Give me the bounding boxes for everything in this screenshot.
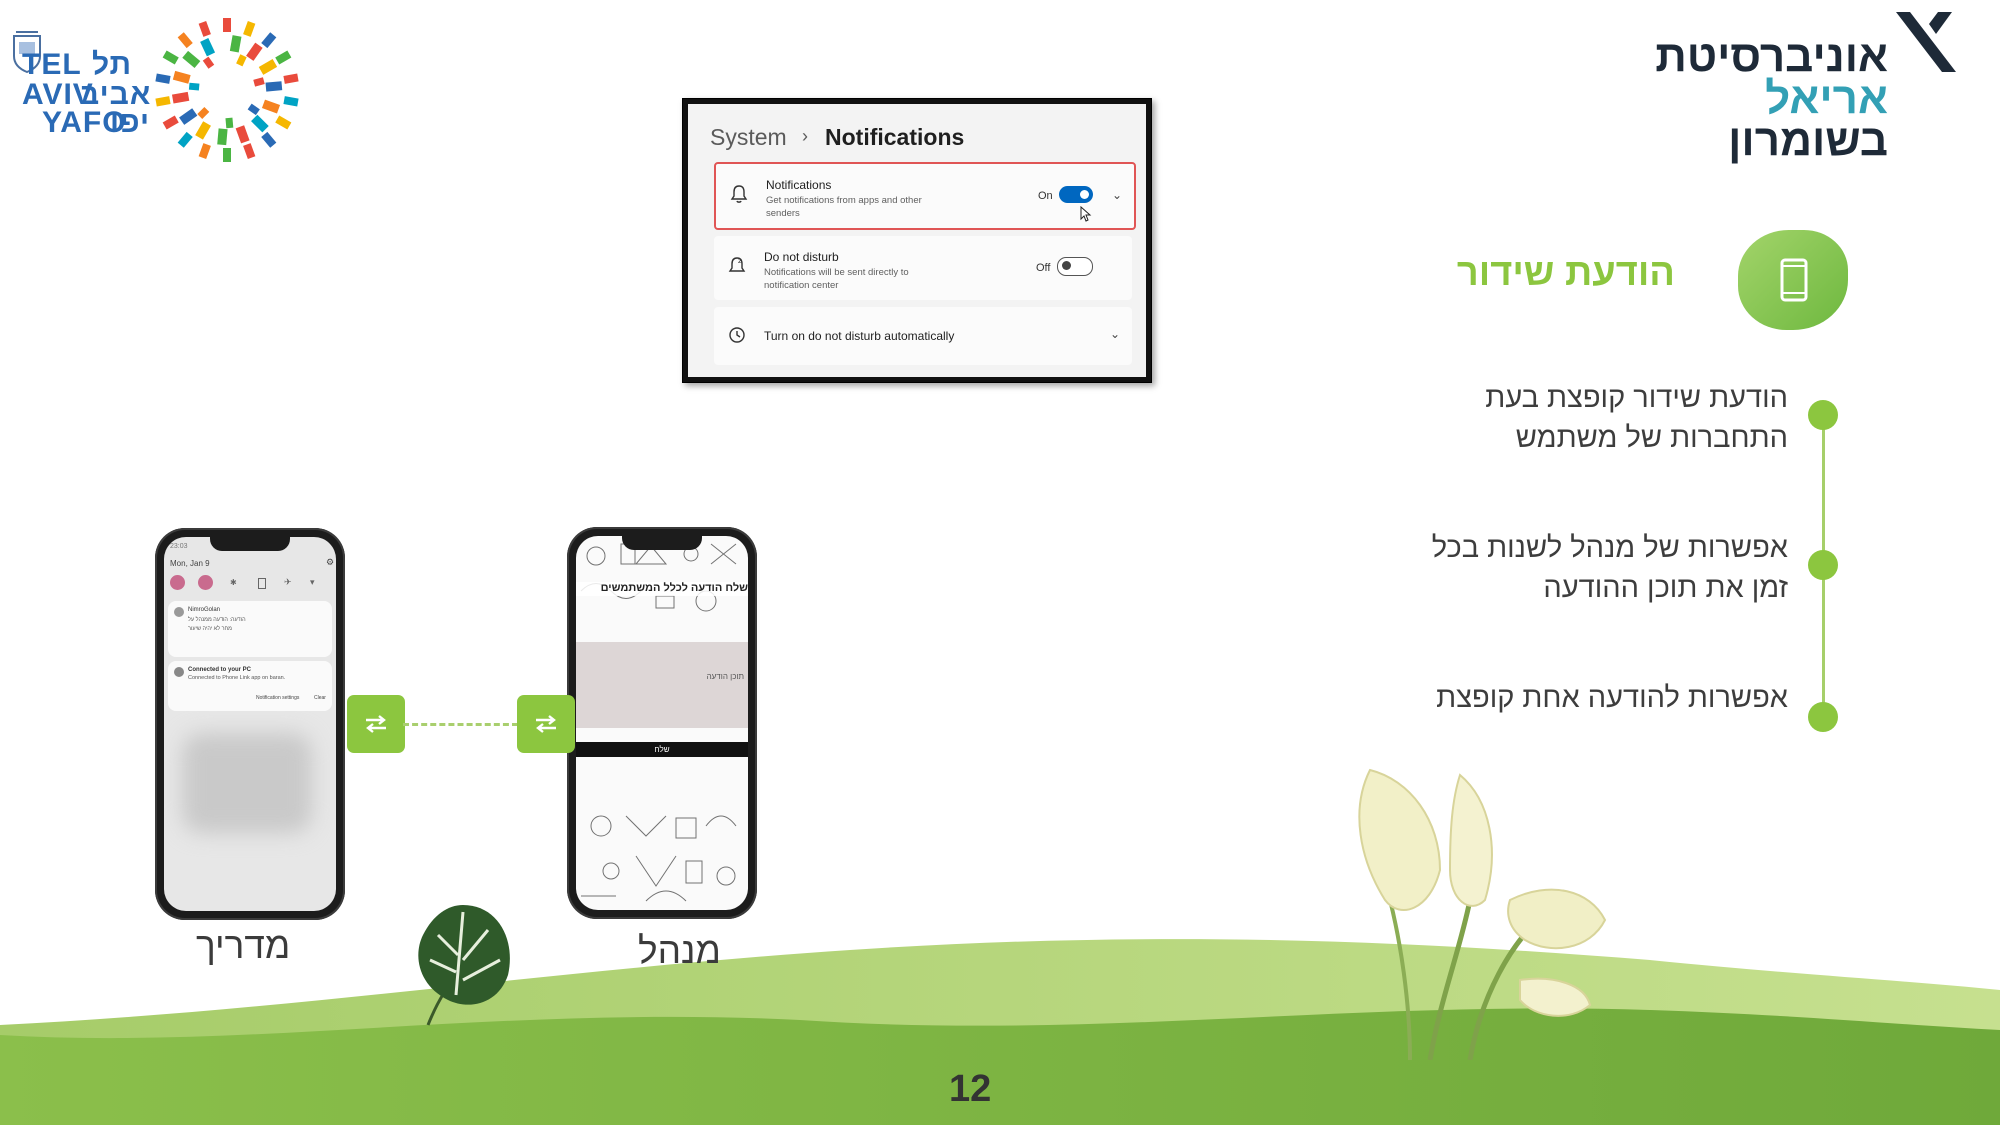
pc-connection-card[interactable]: Connected to your PC Connected to Phone … [168,661,332,711]
airplane-icon[interactable]: ✈ [284,577,292,588]
notifications-row-description: Get notifications from apps and other se… [766,195,922,219]
bullet-text: אפשרות להודעה אחת קופצת [1436,682,1788,714]
blurred-background [182,733,312,833]
chevron-down-icon[interactable]: ⌄ [1112,188,1122,202]
notifications-row[interactable]: Notifications Get notifications from app… [714,162,1136,230]
calla-lily-decoration [1358,768,1607,1060]
mute-toggle-icon[interactable] [198,575,213,590]
swap-arrows-icon [536,715,556,733]
sync-button-guide[interactable] [347,695,405,753]
green-hills-decoration [0,939,2000,1125]
clock-icon [729,327,745,343]
notifications-state-label: On [1038,190,1053,202]
toggle-knob [1080,190,1089,199]
phone-notch [210,537,290,551]
message-content-input[interactable]: תוכן הודעה [576,642,748,728]
wifi-toggle-icon[interactable] [170,575,185,590]
bell-icon [730,185,748,203]
ariel-line-university: אוניברסיטת [1655,32,1888,81]
ariel-emblem-icon [1896,12,1956,72]
status-time: 23:03 [170,543,188,550]
guide-phone-screen: 23:03 Mon, Jan 9 ⚙ ✱ ✈ ▾ NimroGolan הודע… [164,537,336,911]
bullet-dot [1808,702,1838,732]
auto-do-not-disturb-row[interactable]: Turn on do not disturb automatically ⌄ [714,307,1132,365]
do-not-disturb-state-label: Off [1036,262,1051,274]
notification-app-name: NimroGolan [188,607,221,613]
clear-button[interactable]: Clear [314,695,326,701]
sync-button-admin[interactable] [517,695,575,753]
breadcrumb-separator: › [802,126,808,146]
rotate-lock-icon[interactable] [258,578,266,589]
tlv-latin-tel: TEL [22,48,82,81]
message-content-placeholder: תוכן הודעה [706,672,744,681]
app-icon [174,607,184,617]
notifications-settings-screenshot: System › Notifications Notifications Get… [682,98,1152,383]
do-not-disturb-icon: z [728,257,746,272]
guide-phone: 23:03 Mon, Jan 9 ⚙ ✱ ✈ ▾ NimroGolan הודע… [155,528,345,920]
do-not-disturb-description: Notifications will be sent directly to n… [764,267,909,291]
connection-dashed-line [403,723,518,726]
do-not-disturb-row[interactable]: z Do not disturb Notifications will be s… [714,236,1132,300]
do-not-disturb-title: Do not disturb [764,250,839,264]
broadcast-notification-card[interactable]: NimroGolan הודעה: הודעה ממנהל על מחר לא … [168,601,332,657]
bluetooth-icon[interactable]: ✱ [230,578,237,587]
send-button[interactable]: שלח [576,742,748,757]
notification-line: הודעה: הודעה ממנהל על [188,617,246,623]
bullet-text: אפשרות של מנהל לשנות בכל זמן את תוכן ההו… [1431,532,1788,604]
admin-phone: שלח הודעה לכלל המשתמשים תוכן הודעה שלח [567,527,757,919]
slide-title: הודעת שידור [1456,252,1675,294]
pc-connection-title: Connected to your PC [188,667,252,673]
tel-aviv-yafo-logo: TEL AVIV YAFO תל אביב יפו [10,8,310,173]
smartphone-icon [1780,258,1808,302]
breadcrumb-current: Notifications [825,124,965,150]
swap-arrows-icon [366,715,386,733]
svg-text:z: z [738,257,742,265]
chevron-down-icon[interactable]: ⌄ [1110,327,1120,341]
pc-connection-subtitle: Connected to Phone Link app on baran. [188,675,286,681]
bullet-dot [1808,550,1838,580]
monstera-leaf-decoration [418,905,510,1026]
tlv-hebrew-tel: תל [92,48,133,81]
ariel-university-logo: אוניברסיטת אריאל בשומרון [1655,10,1958,165]
do-not-disturb-toggle[interactable] [1057,257,1093,276]
notification-settings-link[interactable]: Notification settings [256,695,299,701]
admin-label: מנהל [638,930,721,971]
bullet-text: הודעת שידור קופצת בעת התחברות של משתמש [1485,382,1788,454]
breadcrumb-parent[interactable]: System [710,124,787,151]
notifications-toggle[interactable] [1059,186,1093,203]
flashlight-icon[interactable]: ▾ [310,577,315,588]
tlv-sunburst-icon [155,18,299,162]
guide-label: מדריך [196,925,291,966]
notifications-row-title: Notifications [766,178,832,192]
quick-settings-row: ✱ ✈ ▾ [170,575,330,591]
mouse-cursor-icon [1080,206,1092,222]
toggle-knob [1062,261,1071,270]
phone-notch [622,536,702,550]
ariel-line-name: אריאל [1765,74,1888,123]
bullet-dot [1808,400,1838,430]
lockscreen-date: Mon, Jan 9 [170,559,210,568]
gear-icon[interactable]: ⚙ [326,557,334,568]
page-number: 12 [949,1068,992,1110]
admin-phone-screen: שלח הודעה לכלל המשתמשים תוכן הודעה שלח [576,536,748,910]
auto-do-not-disturb-title: Turn on do not disturb automatically [764,329,955,343]
notification-line: מחר לא יהיה שיעור [188,626,232,632]
title-badge [1738,230,1848,330]
phone-link-icon [174,667,184,677]
broadcast-form-header: שלח הודעה לכלל המשתמשים [576,582,748,596]
ariel-line-region: בשומרון [1728,116,1888,165]
